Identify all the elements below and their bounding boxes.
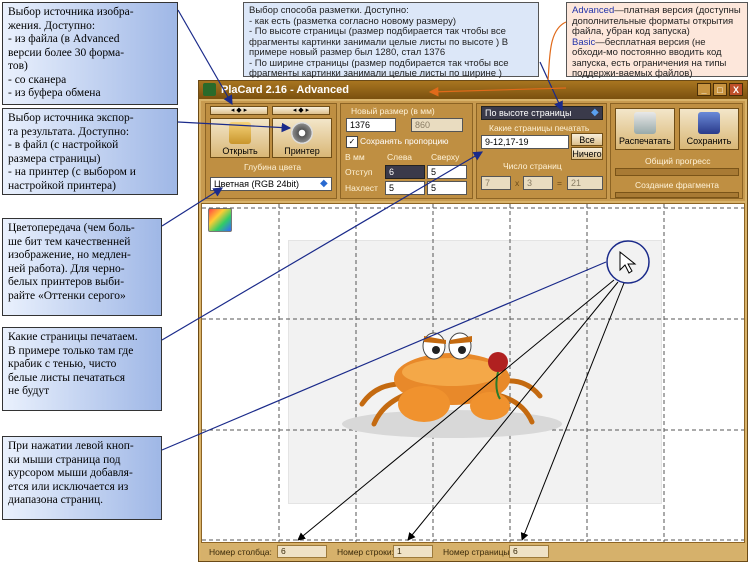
- overall-progress-bar: [615, 168, 739, 176]
- source-panel: ◂ ◆ ▸ ◂ ◆ ▸ Открыть Принтер Глубина цвет…: [205, 103, 337, 199]
- app-window: PlaCard 2.16 - Advanced _ □ X ◂ ◆ ▸ ◂ ◆ …: [198, 80, 748, 562]
- export-selector[interactable]: ◂ ◆ ▸: [272, 106, 330, 115]
- eq-sign: =: [557, 178, 562, 188]
- gear-icon: [291, 122, 313, 144]
- grid-header-left: Слева: [387, 152, 412, 162]
- preview-canvas[interactable]: [201, 203, 745, 543]
- note-versions: Advanced—платная версия (доступны дополн…: [566, 2, 748, 79]
- layout-gem-icon: ◆: [591, 107, 599, 118]
- status-bar: Номер столбца: 6 Номер строки: 1 Номер с…: [201, 544, 745, 560]
- height-input: 860: [411, 118, 463, 132]
- page-grid: [202, 204, 744, 542]
- indent-left-input[interactable]: 6: [385, 165, 425, 179]
- app-icon: [203, 83, 216, 96]
- total-count: 21: [567, 176, 603, 190]
- pages-to-print-label: Какие страницы печатать: [489, 123, 590, 133]
- column-number-label: Номер столбца:: [209, 547, 272, 557]
- callout-image-source: Выбор источника изобра- жения. Доступно:…: [2, 2, 178, 105]
- open-button[interactable]: Открыть: [210, 118, 270, 158]
- overlap-left-input[interactable]: 5: [385, 181, 425, 195]
- indent-label: Отступ: [345, 167, 373, 177]
- page-number-label: Номер страницы:: [443, 547, 512, 557]
- pages-input[interactable]: 9-12,17-19: [481, 135, 569, 149]
- print-button-label: Распечатать: [619, 136, 671, 146]
- toolbar: ◂ ◆ ▸ ◂ ◆ ▸ Открыть Принтер Глубина цвет…: [201, 101, 745, 201]
- row-number-value: 1: [393, 545, 433, 558]
- rows-count: 3: [523, 176, 553, 190]
- size-panel: Новый размер (в мм) 1376 860 ✓ Сохранять…: [340, 103, 473, 199]
- fragment-creation-label: Создание фрагмента: [635, 180, 720, 190]
- all-pages-button[interactable]: Все: [571, 133, 603, 146]
- title-bar[interactable]: PlaCard 2.16 - Advanced _ □ X: [199, 81, 747, 99]
- fragment-progress-bar: [615, 192, 739, 198]
- row-number-label: Номер строки:: [337, 547, 394, 557]
- column-number-value: 6: [277, 545, 327, 558]
- minimize-button[interactable]: _: [697, 83, 711, 96]
- note-layout-modes: Выбор способа разметки. Доступно: - как …: [243, 2, 539, 79]
- dropdown-gem-icon: ◆: [320, 178, 328, 189]
- window-title: PlaCard 2.16 - Advanced: [221, 84, 349, 96]
- arrow-version: [547, 21, 567, 81]
- new-size-label: Новый размер (в мм): [351, 106, 435, 116]
- folder-icon: [229, 122, 251, 144]
- basic-text: —бесплатная версия (не обходи-мо постоян…: [572, 36, 727, 79]
- overlap-label: Нахлест: [345, 183, 378, 193]
- keep-ratio-label: Сохранять пропорцию: [360, 136, 449, 146]
- keep-ratio-checkbox[interactable]: ✓: [346, 136, 358, 148]
- close-button[interactable]: X: [729, 83, 743, 96]
- advanced-word: Advanced: [572, 5, 615, 16]
- callout-color-depth: Цветопередача (чем боль- ше бит тем каче…: [2, 218, 162, 316]
- overall-progress-label: Общий прогресс: [645, 156, 711, 166]
- color-depth-label: Глубина цвета: [244, 162, 302, 172]
- layout-mode-select[interactable]: По высоте страницы: [481, 106, 603, 120]
- page-number-value: 6: [509, 545, 549, 558]
- pages-panel: По высоте страницы ◆ Какие страницы печа…: [476, 103, 607, 199]
- indent-top-input[interactable]: 5: [427, 165, 467, 179]
- callout-mouse-click: При нажатии левой кноп- ки мыши страница…: [2, 436, 162, 520]
- mult-sign: x: [515, 178, 520, 188]
- callout-export-target: Выбор источника экспор- та результата. Д…: [2, 108, 178, 195]
- crab-image: [342, 332, 562, 438]
- width-input[interactable]: 1376: [346, 118, 396, 132]
- printer-button-label: Принтер: [284, 146, 320, 156]
- callout-pages-print: Какие страницы печатаем. В примере тольк…: [2, 327, 162, 411]
- maximize-button[interactable]: □: [713, 83, 727, 96]
- cols-count: 7: [481, 176, 511, 190]
- overlap-top-input[interactable]: 5: [427, 181, 467, 195]
- open-button-label: Открыть: [222, 146, 258, 156]
- source-selector[interactable]: ◂ ◆ ▸: [210, 106, 268, 115]
- print-icon: [634, 112, 656, 134]
- page-count-label: Число страниц: [503, 161, 562, 171]
- grid-header-top: Сверху: [431, 152, 460, 162]
- print-button[interactable]: Распечатать: [615, 108, 675, 150]
- color-depth-select[interactable]: Цветная (RGB 24bit): [210, 177, 332, 191]
- no-pages-button[interactable]: Ничего: [571, 147, 603, 160]
- save-button[interactable]: Сохранить: [679, 108, 739, 150]
- output-panel: Распечатать Сохранить Общий прогресс Соз…: [610, 103, 743, 199]
- grid-header-mm: В мм: [345, 152, 365, 162]
- save-button-label: Сохранить: [686, 136, 732, 146]
- floppy-icon: [698, 112, 720, 134]
- basic-word: Basic: [572, 36, 596, 48]
- printer-button[interactable]: Принтер: [272, 118, 332, 158]
- mouse-pointer: [606, 240, 650, 284]
